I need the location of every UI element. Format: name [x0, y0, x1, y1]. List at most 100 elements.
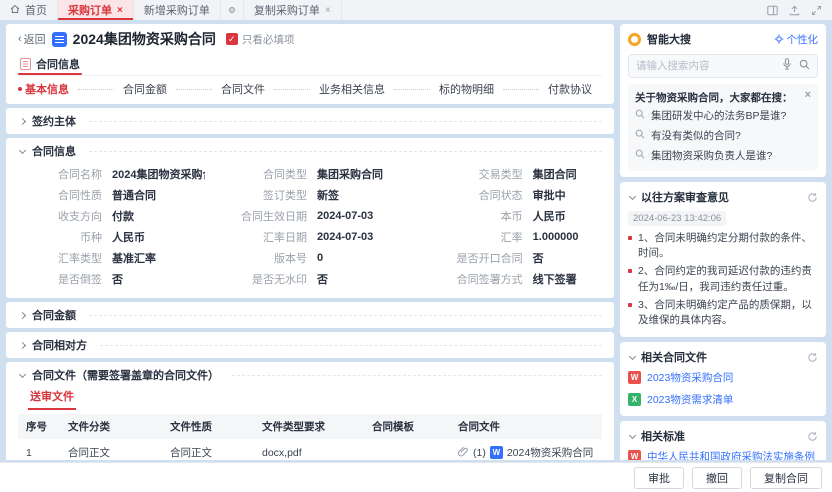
- excel-file-icon: X: [628, 393, 641, 406]
- approve-button[interactable]: 审批: [634, 467, 684, 489]
- tab-new-purchase-order[interactable]: 新增采购订单: [134, 0, 221, 20]
- field-base-currency: 本币人民币: [419, 205, 602, 226]
- close-icon[interactable]: ×: [325, 5, 331, 16]
- close-icon[interactable]: ×: [805, 90, 811, 101]
- chevron-right-icon: [19, 311, 26, 318]
- nature-cell: 合同正文: [162, 439, 254, 460]
- smart-search-icon: [628, 33, 641, 46]
- hot-search-box: 关于物资采购合同，大家都在搜： × 集团研发中心的法务BP是谁? 有没有类似的合…: [628, 84, 818, 171]
- refresh-icon[interactable]: [807, 431, 818, 442]
- withdraw-button[interactable]: 撤回: [692, 467, 742, 489]
- hot-search-item[interactable]: 有没有类似的合同?: [635, 125, 811, 145]
- copy-contract-button[interactable]: 复制合同: [750, 467, 822, 489]
- field-version: 版本号0: [211, 247, 413, 268]
- tab-home[interactable]: 首页: [0, 0, 58, 20]
- tab-copy-purchase-order-label: 复制采购订单: [254, 2, 320, 18]
- word-file-icon: W: [628, 371, 641, 384]
- section-signing-party-header[interactable]: 签约主体: [18, 112, 602, 130]
- back-link[interactable]: ‹ 返回: [18, 31, 46, 47]
- step-payment-agreement[interactable]: 付款协议: [548, 81, 592, 97]
- subtab-review-files[interactable]: 送审文件: [28, 386, 76, 410]
- attachment-count[interactable]: (1): [473, 447, 486, 459]
- layout-icon[interactable]: [767, 5, 778, 16]
- tab-new-purchase-order-label: 新增采购订单: [144, 2, 210, 18]
- field-contract-type: 合同类型集团采购合同: [211, 163, 413, 184]
- table-row: 1 合同正文 合同正文 docx,pdf (1) W 2024物资采购合同.do…: [18, 439, 602, 460]
- field-effective-date: 合同生效日期2024-07-03: [211, 205, 413, 226]
- review-opinions-header[interactable]: 以往方案审查意见: [628, 188, 818, 206]
- section-counterparty: 合同相对方: [6, 332, 614, 358]
- related-file-link[interactable]: X 2023物资需求清单: [628, 388, 818, 410]
- smart-search-card: 智能大搜 个性化 关于物资采购合同，大家都在搜： × 集团研发中心的法务BP: [620, 24, 826, 177]
- window-controls: [767, 0, 832, 20]
- review-item: 2、合同约定的我司延迟付款的违约责任为1‰/日，我司违约责任过重。: [628, 264, 818, 294]
- step-connector: [394, 89, 430, 90]
- step-contract-amount[interactable]: 合同金额: [123, 81, 167, 97]
- standards-header[interactable]: 相关标准: [628, 427, 818, 445]
- tab-gear-icon[interactable]: [221, 0, 244, 20]
- hot-search-item[interactable]: 集团研发中心的法务BP是谁?: [635, 105, 811, 125]
- file-cell: (1) W 2024物资采购合同.docx: [450, 439, 602, 460]
- hot-search-item[interactable]: 集团物资采购负责人是谁?: [635, 145, 811, 165]
- divider: [232, 375, 602, 376]
- bullet-icon: [628, 303, 632, 307]
- tab-copy-purchase-order[interactable]: 复制采购订单 ×: [244, 0, 342, 20]
- refresh-icon[interactable]: [807, 192, 818, 203]
- close-icon[interactable]: ×: [117, 5, 123, 16]
- refresh-icon[interactable]: [807, 352, 818, 363]
- section-contract-amount-header[interactable]: 合同金额: [18, 306, 602, 324]
- field-open-contract: 是否开口合同否: [419, 247, 602, 268]
- search-input[interactable]: [636, 60, 775, 72]
- mic-icon[interactable]: [782, 57, 792, 75]
- related-files-header[interactable]: 相关合同文件: [628, 348, 818, 366]
- bullet-icon: [628, 236, 632, 240]
- chevron-down-icon: [19, 146, 26, 153]
- personalize-link[interactable]: 个性化: [774, 32, 819, 47]
- field-no-watermark: 是否无水印否: [211, 268, 413, 289]
- chevron-down-icon: [629, 432, 636, 439]
- hot-search-header: 关于物资采购合同，大家都在搜： ×: [635, 90, 811, 105]
- search-icon[interactable]: [799, 57, 810, 75]
- related-file-link[interactable]: W 2023物资采购合同: [628, 366, 818, 388]
- col-type-req: 文件类型要求: [254, 414, 364, 439]
- checkbox-checked-icon[interactable]: ✓: [226, 33, 238, 45]
- standard-link[interactable]: W中华人民共和国政府采购法实施条例: [628, 445, 818, 460]
- section-contract-info-header[interactable]: 合同信息: [18, 142, 602, 160]
- files-table: 序号 文件分类 文件性质 文件类型要求 合同模板 合同文件 1 合同正文 合同正…: [18, 414, 602, 460]
- chevron-down-icon: [629, 192, 636, 199]
- step-basic-info[interactable]: 基本信息: [18, 81, 69, 97]
- type-req-cell: docx,pdf: [254, 439, 364, 460]
- standards-title: 相关标准: [641, 428, 685, 444]
- contract-header-card: ‹ 返回 2024集团物资采购合同 ✓ 只看必填项 合同信息 基本信息 合同金额: [6, 24, 614, 104]
- smart-assistant-panel: 智能大搜 个性化 关于物资采购合同，大家都在搜： × 集团研发中心的法务BP: [620, 24, 826, 460]
- attachment-file-name[interactable]: 2024物资采购合同.docx: [507, 445, 594, 460]
- word-file-icon: W: [628, 450, 641, 460]
- search-icon: [635, 149, 645, 162]
- required-only-toggle[interactable]: ✓ 只看必填项: [226, 32, 295, 47]
- tab-home-label: 首页: [25, 2, 47, 18]
- field-backdated: 是否倒签否: [18, 268, 205, 289]
- related-files-title: 相关合同文件: [641, 349, 707, 365]
- upload-icon[interactable]: [789, 5, 800, 16]
- contract-doc-icon: [52, 32, 67, 47]
- review-timestamp: 2024-06-23 13:42:06: [628, 211, 726, 226]
- tab-purchase-order[interactable]: 采购订单 ×: [58, 0, 134, 20]
- section-contract-files-header[interactable]: 合同文件（需要签署盖章的合同文件）: [18, 366, 602, 384]
- field-currency: 币种人民币: [18, 226, 205, 247]
- step-connector: [78, 89, 114, 90]
- section-contract-info: 合同信息 合同名称2024集团物资采购合同 合同类型集团采购合同 交易类型集团合…: [6, 138, 614, 298]
- step-contract-files[interactable]: 合同文件: [221, 81, 265, 97]
- required-dot: [18, 87, 22, 91]
- divider: [89, 121, 602, 122]
- step-nav: 基本信息 合同金额 合同文件 业务相关信息 标的物明细 付款协议: [18, 76, 602, 102]
- section-counterparty-header[interactable]: 合同相对方: [18, 336, 602, 354]
- step-business-info[interactable]: 业务相关信息: [319, 81, 385, 97]
- smart-search-title: 智能大搜: [647, 31, 691, 47]
- divider: [100, 345, 602, 346]
- field-contract-name: 合同名称2024集团物资采购合同: [18, 163, 205, 184]
- tab-contract-info[interactable]: 合同信息: [18, 52, 82, 75]
- home-icon: [10, 4, 20, 17]
- expand-icon[interactable]: [811, 5, 822, 16]
- col-seq: 序号: [18, 414, 60, 439]
- step-subject-detail[interactable]: 标的物明细: [439, 81, 494, 97]
